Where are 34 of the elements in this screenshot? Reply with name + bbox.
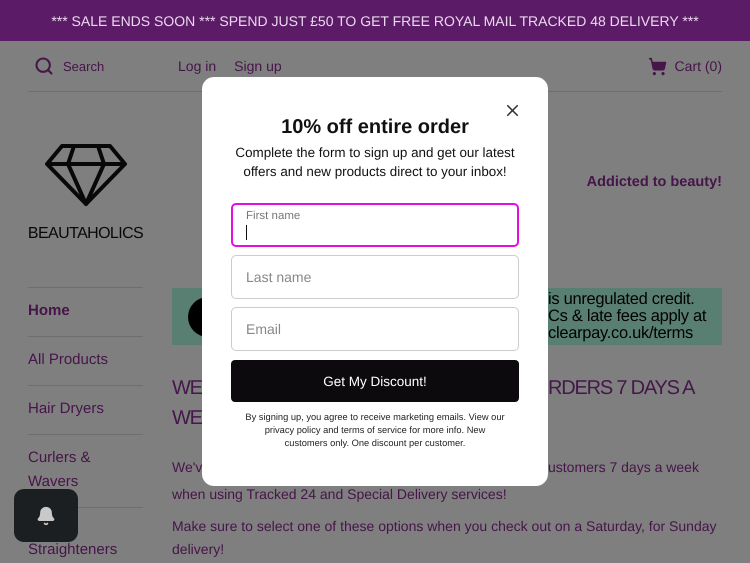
- sidebar-item[interactable]: All Products: [28, 348, 143, 372]
- tagline: Addicted to beauty!: [586, 174, 722, 190]
- promo-text: clearpay.co.uk/terms: [548, 325, 694, 342]
- sidebar-item[interactable]: Hair Dryers: [28, 397, 143, 421]
- sidebar-item[interactable]: Straighteners: [28, 538, 143, 562]
- logo-text: BEAUTAHOLICS: [28, 224, 144, 242]
- notification-button[interactable]: [14, 489, 78, 542]
- modal-title: 10% off entire order: [281, 115, 469, 140]
- sidebar-item[interactable]: Home: [28, 299, 143, 323]
- input-field[interactable]: Last name: [231, 255, 519, 299]
- heading-text: WE: [172, 406, 202, 431]
- announcement-text: *** SALE ENDS SOON *** SPEND JUST £50 TO GET FREE ROYAL MAIL TRACKED 48 DELIVERY ***: [51, 12, 699, 28]
- cart-link[interactable]: Cart (0): [648, 56, 722, 76]
- paragraph-text: ustomers 7 days a week: [548, 458, 699, 477]
- bell-icon: [36, 506, 56, 526]
- search-icon: [34, 56, 54, 76]
- heading-text: WE: [172, 376, 202, 401]
- account-link[interactable]: Sign up: [234, 58, 282, 74]
- account-link[interactable]: Log in: [178, 58, 216, 74]
- input-field[interactable]: Email: [231, 307, 519, 351]
- paragraph-text: We'v: [172, 458, 202, 477]
- promo-text: is unregulated credit.: [548, 291, 696, 308]
- search-field[interactable]: Search: [63, 58, 153, 74]
- discount-button[interactable]: Get My Discount!: [231, 360, 519, 402]
- sidebar-item[interactable]: Curlers & Wavers: [28, 446, 143, 494]
- promo-text: Cs & late fees apply at: [548, 308, 708, 325]
- paragraph-text: when using Tracked 24 and Special Delivery services!: [172, 485, 508, 504]
- input-field[interactable]: First name: [231, 203, 519, 247]
- cart-icon: [648, 56, 667, 76]
- paragraph-text: Make sure to select one of these options when you check out on a Saturday, for Sunday delivery!: [172, 518, 717, 557]
- disclaimer-text: By signing up, you agree to receive marketing emails. View our privacy policy and terms of service for more info. New customers only. One discount per customer.: [244, 411, 506, 450]
- heading-text: RDERS 7 DAYS A: [548, 376, 694, 401]
- modal-subtitle: Complete the form to sign up and get our latest offers and new products direct to your inbox!: [234, 144, 516, 181]
- diamond-logo-icon: [44, 142, 128, 206]
